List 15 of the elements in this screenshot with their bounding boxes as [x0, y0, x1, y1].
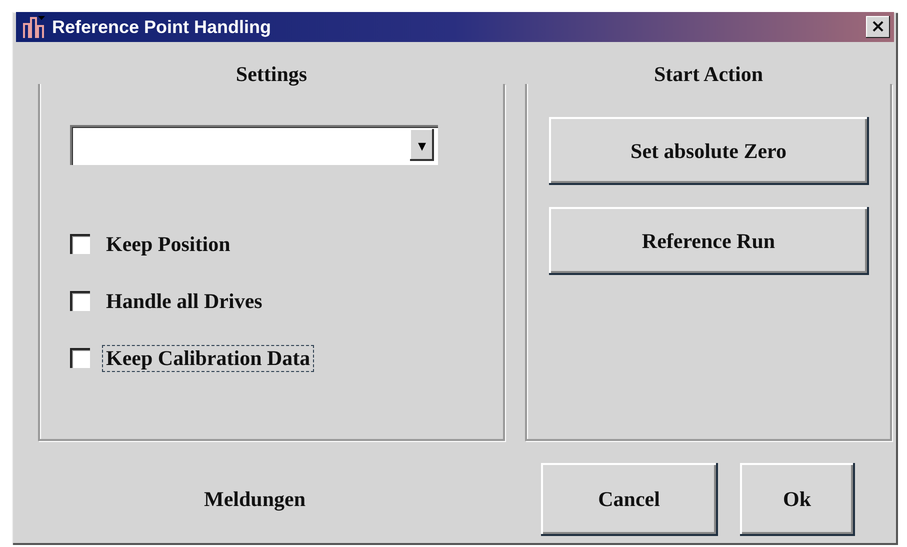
messages-label: Meldungen: [204, 487, 306, 512]
checkbox[interactable]: [70, 291, 90, 311]
dialog-button[interactable]: Cancel: [540, 463, 718, 536]
checkbox[interactable]: [70, 348, 90, 368]
dropdown[interactable]: ▾: [70, 125, 438, 165]
checkbox-label[interactable]: Handle all Drives: [102, 288, 266, 314]
action-button[interactable]: Set absolute Zero: [548, 117, 868, 185]
action-button[interactable]: Reference Run: [548, 207, 868, 275]
dialog-button[interactable]: Ok: [740, 463, 855, 536]
window-title: Reference Point Handling: [52, 16, 272, 38]
checkbox-label[interactable]: Keep Position: [102, 230, 234, 258]
checkbox-label[interactable]: Keep Calibration Data: [102, 344, 314, 372]
close-button[interactable]: ×: [866, 16, 890, 38]
app-icon: [20, 14, 46, 40]
checkbox[interactable]: [70, 234, 90, 254]
